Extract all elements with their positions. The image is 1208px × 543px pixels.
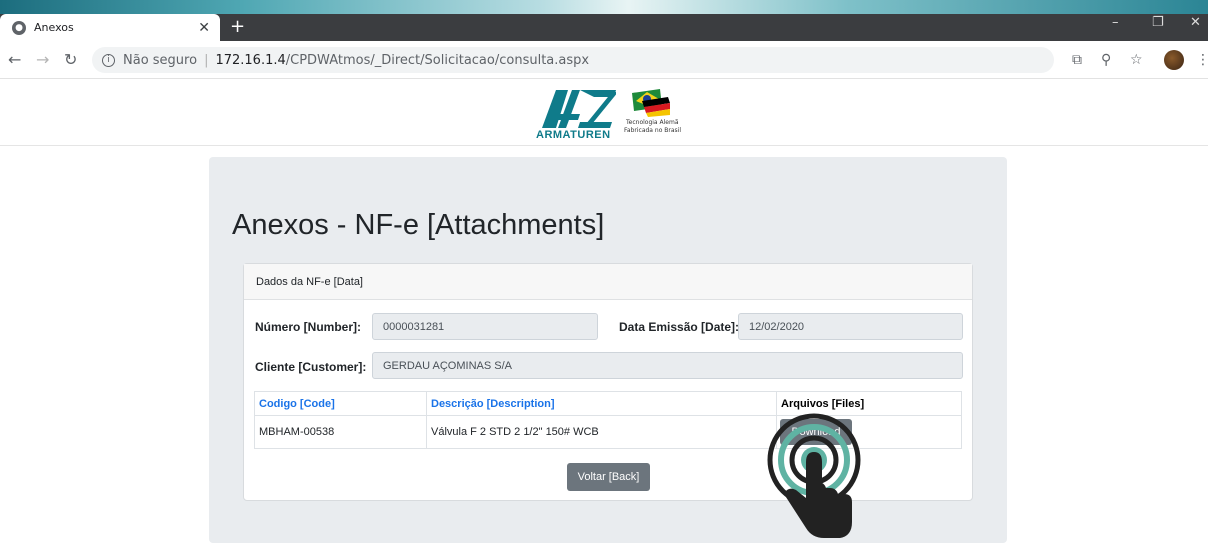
- globe-icon: ●: [12, 20, 26, 35]
- site-header: ARMATUREN Tecnologia Alemã Fabricada no …: [0, 80, 1208, 146]
- url-path: /CPDWAtmos/_Direct/Solicitacao/consulta.…: [285, 52, 590, 68]
- reload-icon[interactable]: ↻: [64, 50, 77, 69]
- code-cell: MBHAM-00538: [254, 415, 427, 449]
- az-logo-icon: [542, 90, 616, 128]
- number-label: Número [Number]:: [255, 320, 362, 334]
- page-title: Anexos - NF-e [Attachments]: [232, 209, 605, 241]
- column-header-code[interactable]: Codigo [Code]: [254, 391, 427, 416]
- tap-gesture-icon: [767, 413, 861, 538]
- window-title-gradient: [0, 0, 1208, 14]
- zoom-icon[interactable]: ⚲: [1101, 52, 1111, 68]
- number-field[interactable]: 0000031281: [372, 313, 598, 340]
- minimize-icon[interactable]: –: [1112, 15, 1119, 30]
- tagline-1: Tecnologia Alemã: [626, 119, 679, 126]
- main-panel: Anexos - NF-e [Attachments] Dados da NF-…: [209, 157, 1007, 543]
- tab-title: Anexos: [34, 21, 74, 34]
- avatar[interactable]: [1164, 50, 1184, 70]
- security-label: Não seguro: [123, 52, 198, 68]
- url-host: 172.16.1.4: [215, 52, 286, 68]
- star-icon[interactable]: ☆: [1130, 52, 1143, 68]
- nfe-data-card: Dados da NF-e [Data] Número [Number]: 00…: [243, 263, 973, 501]
- browser-toolbar: ← → ↻ i Não seguro | 172.16.1.4 /CPDWAtm…: [0, 41, 1208, 79]
- close-icon[interactable]: ✕: [198, 20, 210, 36]
- column-header-description[interactable]: Descrição [Description]: [426, 391, 777, 416]
- menu-icon[interactable]: ⋮: [1196, 52, 1208, 68]
- description-cell: Válvula F 2 STD 2 1/2" 150# WCB: [426, 415, 777, 449]
- date-label: Data Emissão [Date]:: [619, 320, 740, 334]
- translate-icon[interactable]: ⧉: [1072, 52, 1082, 68]
- date-field[interactable]: 12/02/2020: [738, 313, 963, 340]
- flags-icon: [632, 89, 670, 117]
- card-title: Dados da NF-e [Data]: [244, 264, 972, 300]
- window-close-icon[interactable]: ✕: [1190, 15, 1201, 30]
- tagline-2: Fabricada no Brasil: [624, 127, 681, 134]
- plus-icon[interactable]: +: [230, 17, 245, 37]
- restore-icon[interactable]: ❐: [1152, 15, 1164, 30]
- brand-name: ARMATUREN: [536, 129, 611, 141]
- url-separator: |: [204, 52, 209, 68]
- back-button[interactable]: Voltar [Back]: [567, 463, 650, 491]
- customer-label: Cliente [Customer]:: [255, 360, 367, 374]
- address-bar[interactable]: i Não seguro | 172.16.1.4 /CPDWAtmos/_Di…: [92, 47, 1054, 73]
- company-logo: ARMATUREN Tecnologia Alemã Fabricada no …: [536, 84, 686, 144]
- info-icon[interactable]: i: [102, 53, 115, 67]
- customer-field[interactable]: GERDAU AÇOMINAS S/A: [372, 352, 963, 379]
- back-arrow-icon[interactable]: ←: [8, 50, 21, 69]
- browser-tab[interactable]: ● Anexos ✕: [0, 14, 220, 41]
- forward-arrow-icon[interactable]: →: [36, 50, 49, 69]
- browser-tabstrip: ● Anexos ✕ + – ❐ ✕: [0, 0, 1208, 41]
